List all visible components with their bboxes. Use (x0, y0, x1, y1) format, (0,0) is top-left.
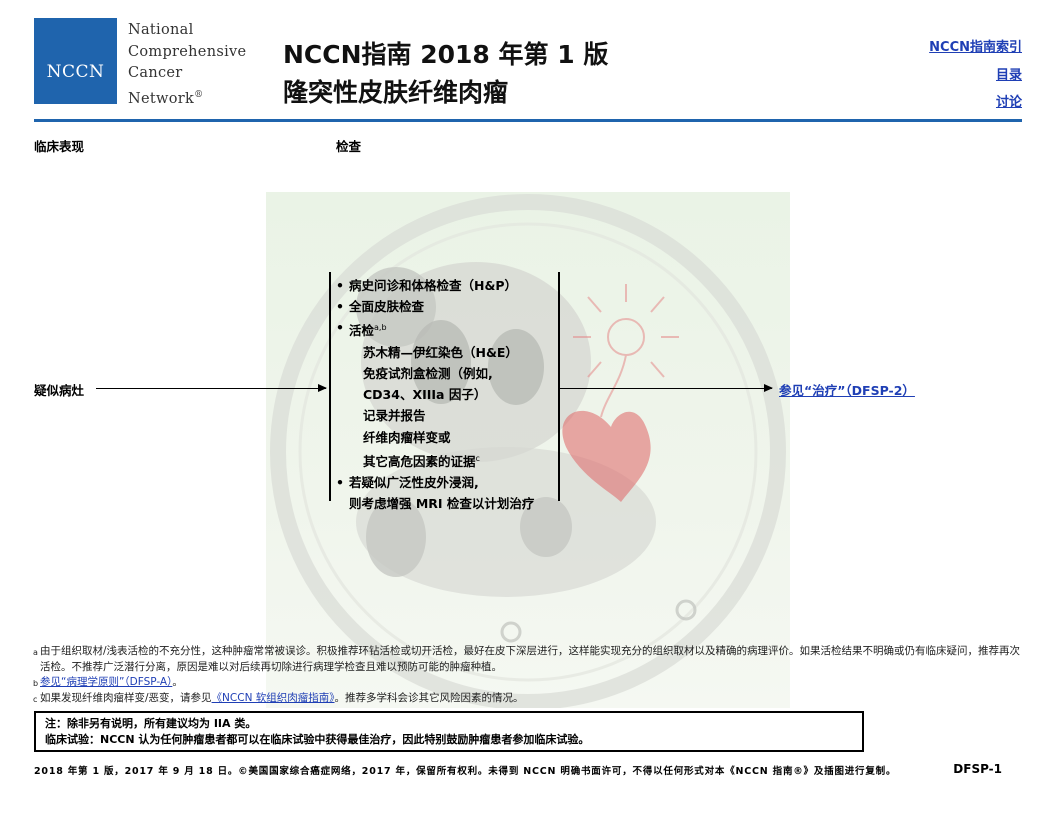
workup-item: • 活检a,b (336, 317, 558, 341)
page-code: DFSP-1 (953, 762, 1002, 776)
header-nav: NCCN指南索引 目录 讨论 (929, 34, 1022, 117)
workup-subitem-continuation: CD34、XIIIa 因子） (363, 387, 487, 403)
header-rule (34, 119, 1022, 122)
workup-item: • 全面皮肤检查 (336, 296, 558, 317)
logo-text: NCCN (46, 62, 105, 82)
arrow-to-workup (96, 383, 327, 392)
footer-copyright: 2018 年第 1 版，2017 年 9 月 18 日。©美国国家综合癌症网络，… (34, 766, 897, 777)
footnote-ref: a,b (374, 323, 387, 333)
title-line-2: 隆突性皮肤纤维肉瘤 (283, 78, 509, 107)
bullet-icon: • (336, 320, 344, 336)
bullet-icon: • (336, 278, 344, 293)
bullet-icon: • (336, 299, 344, 315)
note-clinical-trials: 临床试验：NCCN 认为任何肿瘤患者都可以在临床试验中获得最佳治疗，因此特别鼓励… (45, 733, 590, 746)
org-line-3: Cancer (128, 65, 183, 81)
workup-list: • 病史问诊和体格检查（H&P） • 全面皮肤检查 • 活检a,b 苏木精—伊红… (336, 275, 558, 515)
title-line-1: NCCN指南 2018 年第 1 版 (283, 40, 609, 69)
workup-bracket-left (329, 272, 331, 501)
org-line-4: Network (128, 90, 195, 107)
workup-item: • 若疑似广泛性皮外浸润, (336, 472, 558, 493)
see-treatment-link[interactable]: 参见“治疗”（DFSP-2） (779, 380, 915, 399)
workup-subitem: 苏木精—伊红染色（H&E） (363, 344, 518, 360)
workup-bracket-right (558, 272, 560, 501)
note-category: 注：除非另有说明，所有建议均为 IIA 类。 (45, 717, 257, 730)
organization-name: National Comprehensive Cancer Network® (128, 20, 246, 110)
footnote-c: c 如果发现纤维肉瘤样变/恶变，请参见《NCCN 软组织肉瘤指南》。推荐多学科会… (33, 691, 524, 704)
page-title: NCCN指南 2018 年第 1 版 隆突性皮肤纤维肉瘤 (283, 36, 608, 112)
workup-item-continuation: 则考虑增强 MRI 检查以计划治疗 (349, 496, 535, 512)
column-head-clinical-presentation: 临床表现 (34, 139, 85, 154)
registered-mark: ® (194, 89, 204, 100)
workup-item: • 病史问诊和体格检查（H&P） (336, 275, 558, 296)
org-line-2: Comprehensive (128, 43, 247, 60)
workup-subitem-continuation: 纤维肉瘤样变或 (363, 429, 451, 445)
bullet-icon: • (336, 475, 344, 491)
footnote-ref: c (475, 453, 480, 463)
footnotes: a 由于组织取材/浅表活检的不充分性，这种肿瘤常常被误诊。积极推荐环钻活检或切开… (33, 644, 1028, 706)
workup-subitem-continuation: 其它高危因素的证据c (363, 453, 480, 469)
discussion-link[interactable]: 讨论 (929, 89, 1022, 117)
note-box: 注：除非另有说明，所有建议均为 IIA 类。 临床试验：NCCN 认为任何肿瘤患… (34, 711, 864, 752)
suspicious-lesion-label: 疑似病灶 (34, 383, 85, 398)
pathology-principles-link[interactable]: 参见“病理学原则”（DFSP-A） (40, 676, 172, 688)
column-head-workup: 检查 (336, 139, 362, 154)
footnote-a: a 由于组织取材/浅表活检的不充分性，这种肿瘤常常被误诊。积极推荐环钻活检或切开… (33, 645, 1021, 673)
table-of-contents-link[interactable]: 目录 (929, 62, 1022, 90)
soft-tissue-sarcoma-guideline-link[interactable]: 《NCCN 软组织肉瘤指南》 (212, 692, 335, 704)
workup-subitem: 记录并报告 (363, 408, 426, 424)
footnote-b: b 参见“病理学原则”（DFSP-A）。 (33, 676, 183, 689)
arrow-to-treatment (560, 383, 773, 392)
org-line-1: National (128, 22, 194, 38)
guidelines-index-link[interactable]: NCCN指南索引 (929, 34, 1022, 62)
workup-subitem: 免疫试剂盒检测（例如, (363, 365, 493, 381)
nccn-logo: NCCN (34, 18, 117, 104)
